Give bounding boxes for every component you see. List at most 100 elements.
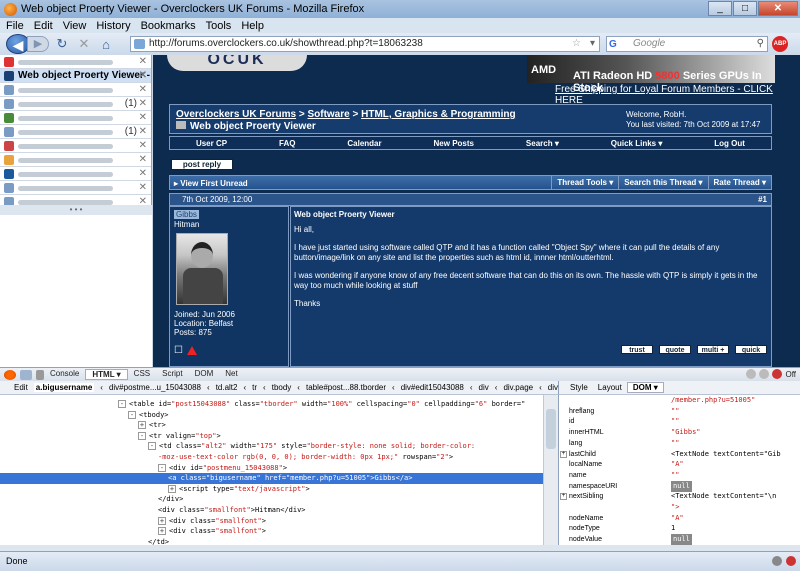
tree-toggle-icon[interactable]: - xyxy=(138,431,146,440)
inspect-icon[interactable] xyxy=(20,369,32,380)
sidebar-tab[interactable]: ✕ xyxy=(0,167,151,181)
thread-tool-search-this-thread[interactable]: Search this Thread ▾ xyxy=(618,176,707,189)
firebug-crumb[interactable]: div.page xyxy=(503,383,533,392)
navlink-new-posts[interactable]: New Posts xyxy=(434,139,474,148)
tab-close-icon[interactable]: ✕ xyxy=(139,83,147,96)
welcome-text[interactable]: Welcome, RobH. xyxy=(626,110,760,120)
sidebar-tab[interactable]: ✕ xyxy=(0,83,151,97)
home-icon[interactable]: ⌂ xyxy=(97,37,115,52)
firebug-tab-html[interactable]: HTML ▾ xyxy=(85,369,128,380)
navlink-calendar[interactable]: Calendar xyxy=(347,139,381,148)
firebug-crumb[interactable]: div xyxy=(548,383,558,392)
html-tree-line[interactable]: </div> xyxy=(158,494,183,505)
bookmark-star-icon[interactable]: ☆ xyxy=(572,37,581,51)
firebug-off-label[interactable]: Off xyxy=(785,370,796,379)
html-tree-line[interactable]: - <tr valign="top"> xyxy=(138,431,221,442)
html-tree-line[interactable]: - <tbody> xyxy=(128,410,169,421)
tree-toggle-icon[interactable]: + xyxy=(168,484,176,493)
html-tree-line[interactable]: + <div class="smallfont"> xyxy=(158,516,266,527)
navlink-log-out[interactable]: Log Out xyxy=(714,139,745,148)
tab-close-icon[interactable]: ✕ xyxy=(139,181,147,194)
firebug-crumb[interactable]: table#post...88.tborder xyxy=(306,383,386,392)
minimize-button[interactable]: _ xyxy=(708,1,732,16)
tree-toggle-icon[interactable]: + xyxy=(158,527,166,536)
sidebar-tab[interactable]: ✕ xyxy=(0,153,151,167)
free-shipping-link[interactable]: Free Shipping for Loyal Forum Members - … xyxy=(555,84,800,106)
html-tree-line[interactable]: - <div id="postmenu_15043088"> xyxy=(158,463,287,474)
firebug-tab-script[interactable]: Script xyxy=(156,369,188,380)
breadcrumb-forums[interactable]: Overclockers UK Forums xyxy=(176,109,296,120)
sidebar-tab[interactable]: ✕ xyxy=(0,111,151,125)
sidebar-resize-grip[interactable]: • • • xyxy=(0,205,152,215)
tab-close-icon[interactable]: ✕ xyxy=(139,139,147,152)
navlink-user-cp[interactable]: User CP xyxy=(196,139,227,148)
sidebar-tab[interactable]: (1) ✕ xyxy=(0,97,151,111)
html-tree-line[interactable]: - <td class="alt2" width="175" style="bor… xyxy=(148,441,475,452)
post-trust-button[interactable]: trust xyxy=(621,345,653,354)
stop-icon[interactable]: ✕ xyxy=(75,36,93,52)
tree-toggle-icon[interactable]: - xyxy=(118,400,126,408)
html-tree-line[interactable]: + <script type="text/javascript"> xyxy=(168,484,310,495)
dom-property-row[interactable]: namespaceURI null xyxy=(559,480,800,492)
thread-tool-thread-tools[interactable]: Thread Tools ▾ xyxy=(551,176,618,189)
tab-close-icon[interactable]: ✕ xyxy=(139,97,147,110)
firebug-search-icon[interactable] xyxy=(746,369,757,379)
tab-close-icon[interactable]: ✕ xyxy=(139,111,147,124)
sidebar-tab[interactable]: ✕ xyxy=(0,55,151,69)
maximize-button[interactable]: □ xyxy=(733,1,757,16)
dom-property-row[interactable]: id "" xyxy=(559,416,800,427)
post-reply-button[interactable]: post reply xyxy=(171,159,233,170)
navlink-search[interactable]: Search ▾ xyxy=(526,139,559,148)
html-tree-line[interactable]: </td> xyxy=(148,537,169,545)
post-quote-button[interactable]: quote xyxy=(659,345,691,354)
adblock-plus-icon[interactable]: ABP xyxy=(772,36,788,52)
firebug-side-tab-dom[interactable]: DOM ▾ xyxy=(626,382,664,393)
menu-file[interactable]: File xyxy=(6,20,24,32)
tree-toggle-icon[interactable]: - xyxy=(158,463,166,472)
dom-property-row[interactable]: "> xyxy=(559,502,800,513)
forward-icon[interactable]: ▶ xyxy=(27,36,49,52)
menu-bookmarks[interactable]: Bookmarks xyxy=(141,20,196,32)
search-input[interactable]: G Google ⚲ xyxy=(606,36,768,52)
tree-toggle-icon[interactable]: - xyxy=(128,410,136,419)
breadcrumb-html-graphics[interactable]: HTML, Graphics & Programming xyxy=(361,109,515,120)
dom-property-row[interactable]: localName "A" xyxy=(559,459,800,470)
html-tree-line[interactable]: <div class="smallfont">Hitman</div> xyxy=(158,505,306,516)
report-post-icon[interactable] xyxy=(186,345,197,355)
sidebar-tab[interactable]: Web object Proerty Viewer - ... ✕ xyxy=(0,69,151,83)
tree-toggle-icon[interactable]: - xyxy=(148,442,156,451)
firebug-tab-dom[interactable]: DOM xyxy=(189,369,220,380)
html-tree-line[interactable]: - <table id="post15043088" class="tborder… xyxy=(118,399,525,410)
sidebar-tab[interactable]: ✕ xyxy=(0,181,151,195)
url-bar[interactable]: http://forums.overclockers.co.uk/showthr… xyxy=(130,36,600,52)
navlink-quick-links[interactable]: Quick Links ▾ xyxy=(611,139,663,148)
tab-close-icon[interactable]: ✕ xyxy=(139,153,147,166)
html-tree-line[interactable]: <a class="bigusername" href="member.php?… xyxy=(0,473,543,485)
reload-icon[interactable]: ↻ xyxy=(53,36,71,52)
online-status-icon[interactable]: ☐ xyxy=(174,345,183,356)
firebug-tab-css[interactable]: CSS xyxy=(128,369,156,380)
tree-toggle-icon[interactable]: + xyxy=(158,516,166,525)
html-tree-line[interactable]: -moz-use-text-color rgb(0, 0, 0); border… xyxy=(158,452,453,463)
tree-toggle-icon[interactable]: + xyxy=(138,421,146,430)
firebug-crumb[interactable]: div#edit15043088 xyxy=(401,383,464,392)
tab-close-icon[interactable]: ✕ xyxy=(139,167,147,180)
dom-property-row[interactable]: nodeName "A" xyxy=(559,513,800,524)
firebug-crumb[interactable]: a.bigusername xyxy=(33,383,95,392)
menu-tools[interactable]: Tools xyxy=(206,20,232,32)
firebug-tab-net[interactable]: Net xyxy=(219,369,243,380)
menu-history[interactable]: History xyxy=(96,20,130,32)
dom-expand-icon[interactable]: + xyxy=(560,450,567,458)
firebug-crumb[interactable]: div#postme...u_15043088 xyxy=(109,383,201,392)
html-panel-scrollbar[interactable] xyxy=(543,395,558,545)
firebug-icon[interactable] xyxy=(4,369,16,380)
search-icon[interactable]: ⚲ xyxy=(757,37,764,51)
breadcrumb-software[interactable]: Software xyxy=(307,109,349,120)
dom-property-row[interactable]: nodeType 1 xyxy=(559,523,800,534)
firebug-close-icon[interactable] xyxy=(772,369,783,379)
dom-property-row[interactable]: name "" xyxy=(559,470,800,481)
dom-property-row[interactable]: + nextSibling <TextNode textContent="\n xyxy=(559,491,800,502)
dom-property-row[interactable]: lang "" xyxy=(559,438,800,449)
ocuk-logo[interactable]: OCUK xyxy=(167,55,307,71)
dom-property-row[interactable]: + lastChild <TextNode textContent="Gib xyxy=(559,449,800,460)
